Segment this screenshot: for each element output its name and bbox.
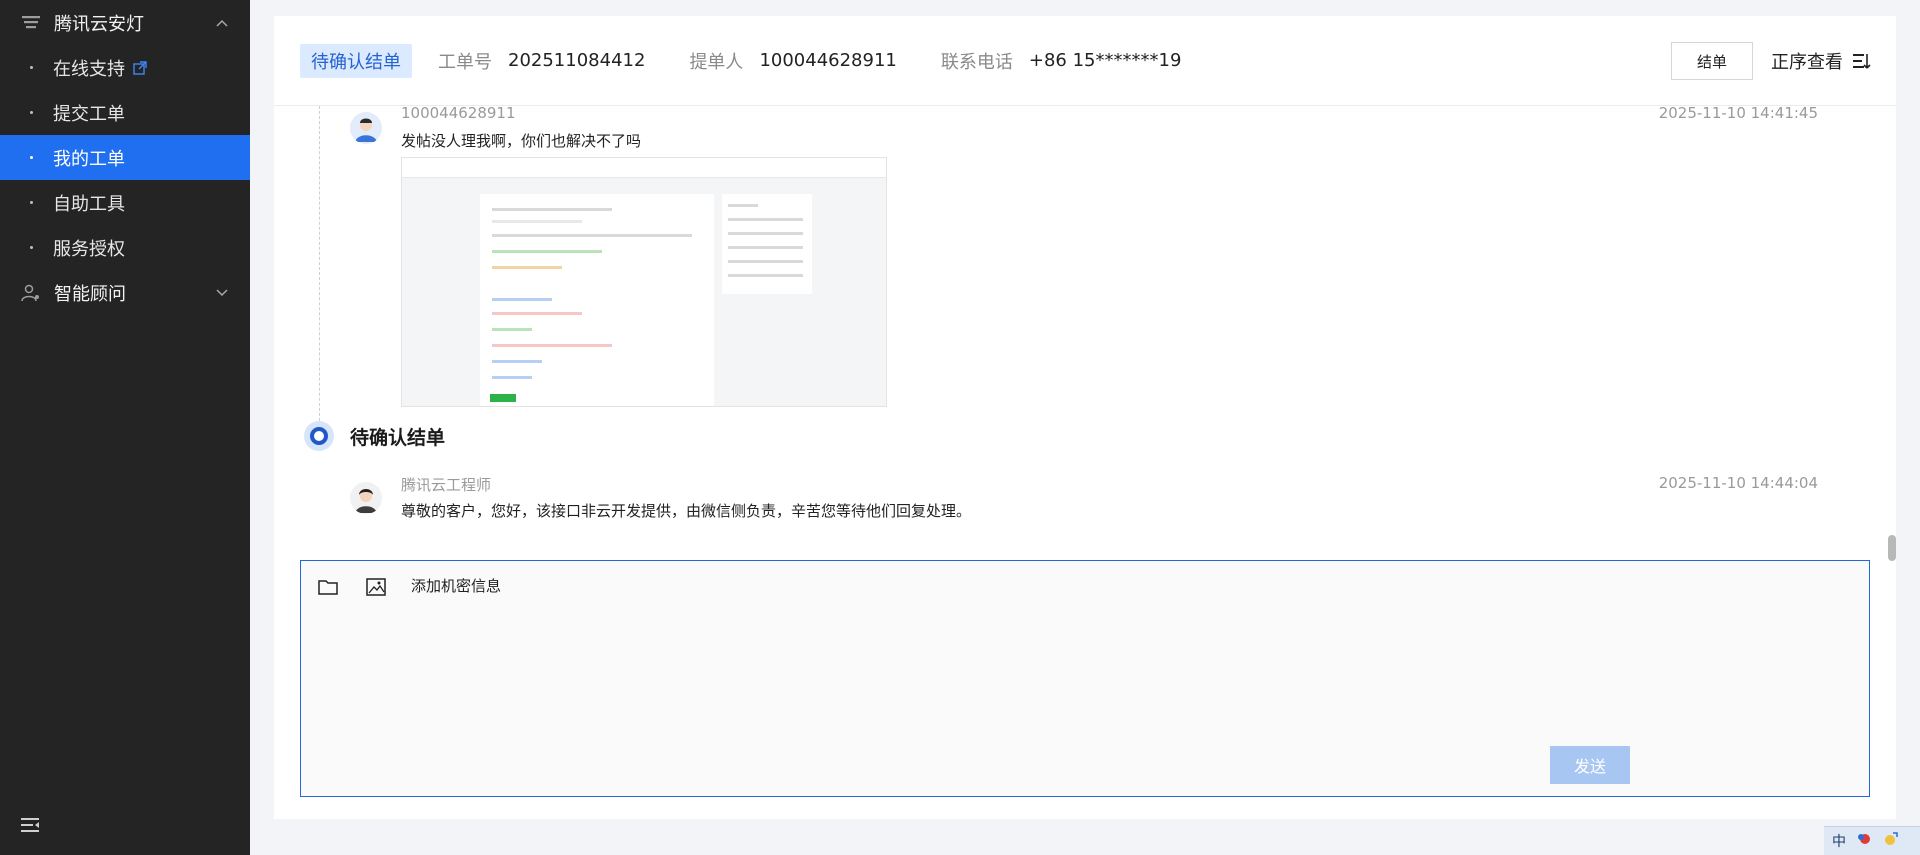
status-badge: 待确认结单: [300, 43, 412, 78]
ime-skin-icon[interactable]: [1856, 831, 1872, 851]
sidebar-item-online-support[interactable]: 在线支持: [0, 45, 250, 90]
reply-editor: 添加机密信息 发送: [300, 560, 1870, 797]
ticket-number-label: 工单号: [438, 51, 492, 73]
sidebar-item-label: 我的工单: [53, 148, 125, 170]
status-node-icon: [304, 421, 334, 451]
sidebar-group-andeng[interactable]: 腾讯云安灯: [0, 0, 250, 45]
attachment-preview-side: [722, 194, 812, 294]
bullet-dot: [30, 156, 33, 159]
ime-language[interactable]: 中: [1832, 831, 1846, 851]
chevron-up-icon: [214, 15, 230, 31]
scrollbar-thumb[interactable]: [1888, 535, 1896, 561]
attachment-preview-card: [480, 194, 714, 406]
message-author: 腾讯云工程师: [401, 476, 492, 494]
attachment-preview-topbar: [402, 158, 886, 178]
image-icon[interactable]: [363, 574, 389, 600]
app-root: 腾讯云安灯 在线支持 提交工单 我的工单 自助工具 服务授权 智能顾问 待确认结…: [0, 0, 1920, 855]
folder-icon[interactable]: [315, 574, 341, 600]
sidebar-item-submit-ticket[interactable]: 提交工单: [0, 90, 250, 135]
timeline-line: [319, 106, 320, 436]
bullet-dot: [30, 201, 33, 204]
sidebar-item-label: 自助工具: [53, 193, 125, 215]
message-text: 发帖没人理我啊，你们也解决不了吗: [401, 132, 642, 150]
customer-avatar: [350, 112, 382, 144]
message-text: 尊敬的客户，您好，该接口非云开发提供，由微信侧负责，辛苦您等待他们回复处理。: [401, 502, 972, 520]
bullet-dot: [30, 66, 33, 69]
sidebar-item-label: 在线支持: [53, 58, 125, 80]
chevron-down-icon: [214, 285, 230, 301]
submitter-label: 提单人: [689, 51, 744, 73]
message-author: 100044628911: [401, 104, 516, 122]
sidebar: 腾讯云安灯 在线支持 提交工单 我的工单 自助工具 服务授权 智能顾问: [0, 0, 250, 855]
ticket-number-value: 202511084412: [508, 50, 646, 71]
order-toggle[interactable]: 正序查看: [1771, 46, 1871, 76]
submitter-value: 100044628911: [759, 50, 897, 71]
message-time: 2025-11-10 14:44:04: [1658, 474, 1818, 492]
external-link-icon: [133, 60, 147, 75]
layers-icon: [20, 12, 42, 34]
close-ticket-button[interactable]: 结单: [1671, 42, 1753, 80]
phone-label: 联系电话: [940, 51, 1013, 73]
message-time: 2025-11-10 14:41:45: [1658, 104, 1818, 122]
reply-input[interactable]: [315, 611, 1855, 731]
ticket-header: 待确认结单 工单号 202511084412 提单人 100044628911 …: [274, 16, 1896, 106]
send-button[interactable]: 发送: [1550, 746, 1630, 784]
menu-collapse-icon[interactable]: [20, 815, 40, 835]
add-secret-info-button[interactable]: 添加机密信息: [411, 575, 501, 596]
ime-toolbar[interactable]: 中: [1824, 826, 1920, 855]
sidebar-item-label: 服务授权: [53, 238, 125, 260]
ime-settings-icon[interactable]: [1882, 831, 1898, 851]
sidebar-item-my-tickets[interactable]: 我的工单: [0, 135, 250, 180]
engineer-avatar: [350, 482, 382, 514]
sidebar-group-advisor[interactable]: 智能顾问: [0, 270, 250, 315]
sidebar-item-label: 提交工单: [53, 103, 125, 125]
sidebar-item-service-auth[interactable]: 服务授权: [0, 225, 250, 270]
order-toggle-label: 正序查看: [1771, 52, 1843, 73]
sidebar-group-label: 腾讯云安灯: [54, 13, 144, 35]
status-node-title: 待确认结单: [350, 427, 446, 449]
sidebar-group-label: 智能顾问: [54, 283, 126, 305]
attachment-image[interactable]: [401, 157, 887, 407]
sidebar-item-self-service[interactable]: 自助工具: [0, 180, 250, 225]
sort-ascending-icon: [1853, 53, 1871, 69]
bullet-dot: [30, 246, 33, 249]
ticket-detail-panel: 待确认结单 工单号 202511084412 提单人 100044628911 …: [274, 16, 1896, 819]
bullet-dot: [30, 111, 33, 114]
phone-value: +86 15*******19: [1028, 50, 1182, 71]
user-settings-icon: [20, 282, 42, 304]
